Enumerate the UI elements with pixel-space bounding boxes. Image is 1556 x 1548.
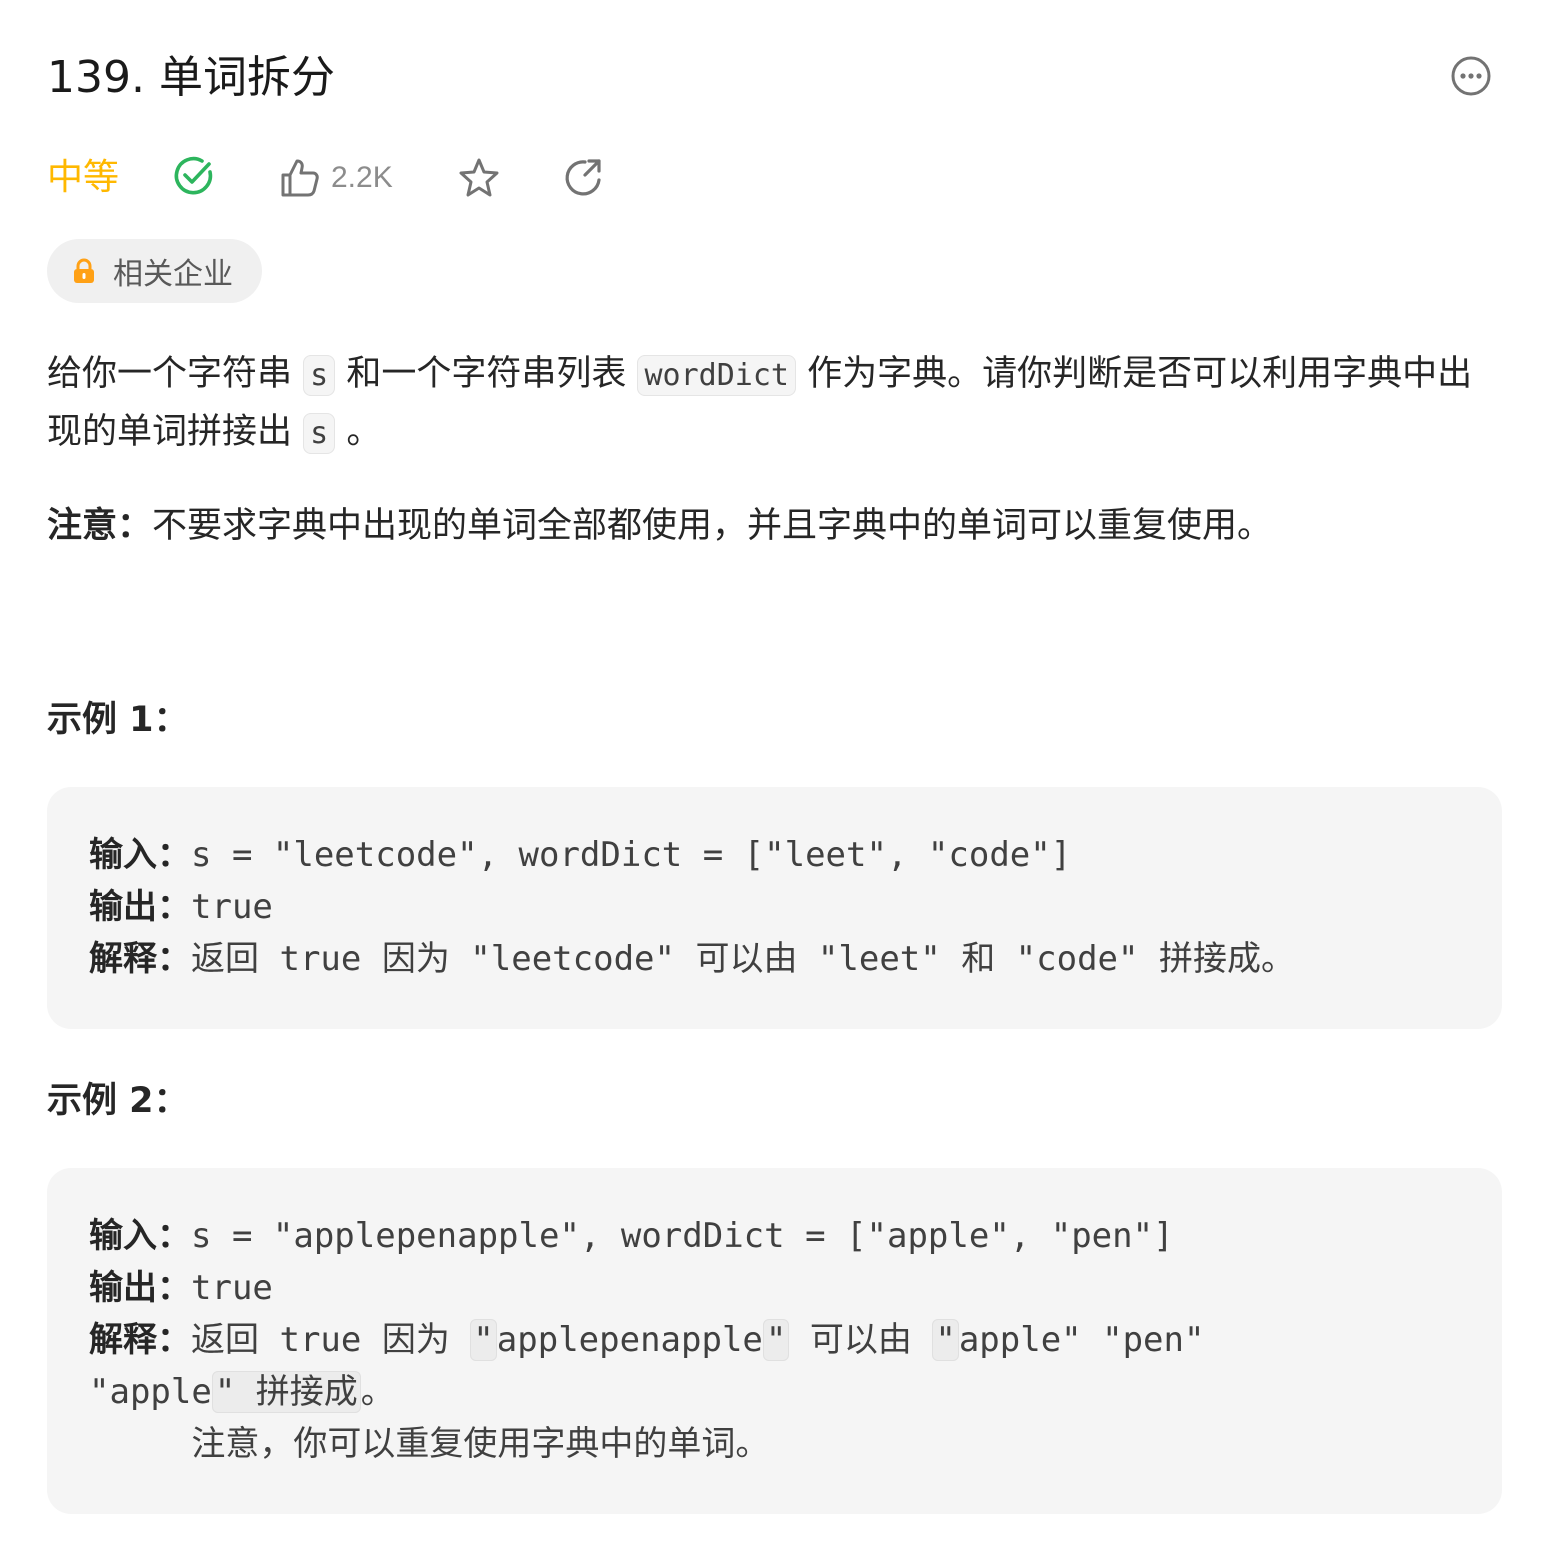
inline-code: " (932, 1319, 959, 1361)
inline-code: wordDict (637, 355, 796, 396)
problem-title: 139. 单词拆分 (47, 52, 335, 103)
example-explanation: 解释：返回 true 因为 "leetcode" 可以由 "leet" 和 "c… (89, 933, 1295, 985)
explain-text: "apple (89, 1372, 212, 1412)
inline-code: " (470, 1319, 497, 1361)
share-icon[interactable] (561, 156, 605, 200)
output-label: 输出： (89, 887, 191, 927)
example-2-box: 输入：s = "applepenapple", wordDict = ["app… (47, 1168, 1502, 1514)
explain-label: 解释： (89, 1320, 191, 1360)
difficulty-badge: 中等 (47, 157, 120, 198)
input-label: 输入： (89, 1216, 191, 1256)
example-2-title: 示例 2： (47, 1081, 189, 1121)
example-explanation-cont: "apple" 拼接成。 (89, 1366, 395, 1418)
example-note: 注意，你可以重复使用字典中的单词。 (89, 1418, 769, 1470)
example-input: 输入：s = "applepenapple", wordDict = ["app… (89, 1210, 1174, 1262)
explain-text: 注意，你可以重复使用字典中的单词。 (89, 1424, 770, 1464)
more-options-icon[interactable] (1450, 55, 1492, 97)
description-text: 给你一个字符串 (47, 354, 304, 394)
output-label: 输出： (89, 1268, 191, 1308)
note-text: 不要求字典中出现的单词全部都使用，并且字典中的单词可以重复使用。 (152, 506, 1273, 546)
like-count: 2.2K (331, 161, 393, 194)
example-1-title: 示例 1： (47, 700, 189, 740)
star-icon[interactable] (457, 156, 501, 200)
inline-code: s (303, 413, 336, 454)
thumbs-up-icon (281, 159, 319, 197)
output-value: true (191, 1268, 273, 1308)
related-companies-button[interactable]: 相关企业 (47, 239, 262, 303)
explain-text: 。 (360, 1372, 395, 1412)
example-output: 输出：true (89, 881, 273, 933)
explain-text: apple" "pen" (958, 1320, 1205, 1360)
explain-label: 解释： (89, 939, 191, 979)
problem-description: 给你一个字符串 s 和一个字符串列表 wordDict 作为字典。请你判断是否可… (47, 346, 1507, 462)
example-input: 输入：s = "leetcode", wordDict = ["leet", "… (89, 829, 1071, 881)
explain-text: 可以由 (789, 1320, 933, 1360)
inline-code: " 拼接成 (211, 1371, 361, 1413)
like-button[interactable]: 2.2K (279, 154, 393, 202)
description-text: 和一个字符串列表 (335, 354, 638, 394)
input-label: 输入： (89, 835, 191, 875)
check-circle-icon (174, 156, 213, 195)
example-explanation: 解释：返回 true 因为 "applepenapple" 可以由 "apple… (89, 1314, 1204, 1366)
input-value: s = "applepenapple", wordDict = ["apple"… (191, 1216, 1174, 1256)
input-value: s = "leetcode", wordDict = ["leet", "cod… (191, 835, 1072, 875)
inline-code: " (762, 1319, 790, 1361)
description-text: 。 (335, 412, 382, 452)
problem-note: 注意：不要求字典中出现的单词全部都使用，并且字典中的单词可以重复使用。 (47, 498, 1507, 554)
inline-code: s (303, 355, 336, 396)
example-output: 输出：true (89, 1262, 273, 1314)
explain-value: 返回 true 因为 "leetcode" 可以由 "leet" 和 "code… (191, 939, 1295, 979)
note-label: 注意： (47, 506, 153, 546)
lock-icon (74, 258, 94, 283)
output-value: true (191, 887, 273, 927)
example-1-box: 输入：s = "leetcode", wordDict = ["leet", "… (47, 787, 1502, 1029)
explain-text: applepenapple (496, 1320, 763, 1360)
related-companies-label: 相关企业 (113, 257, 233, 292)
explain-text: 返回 true 因为 (191, 1320, 471, 1360)
